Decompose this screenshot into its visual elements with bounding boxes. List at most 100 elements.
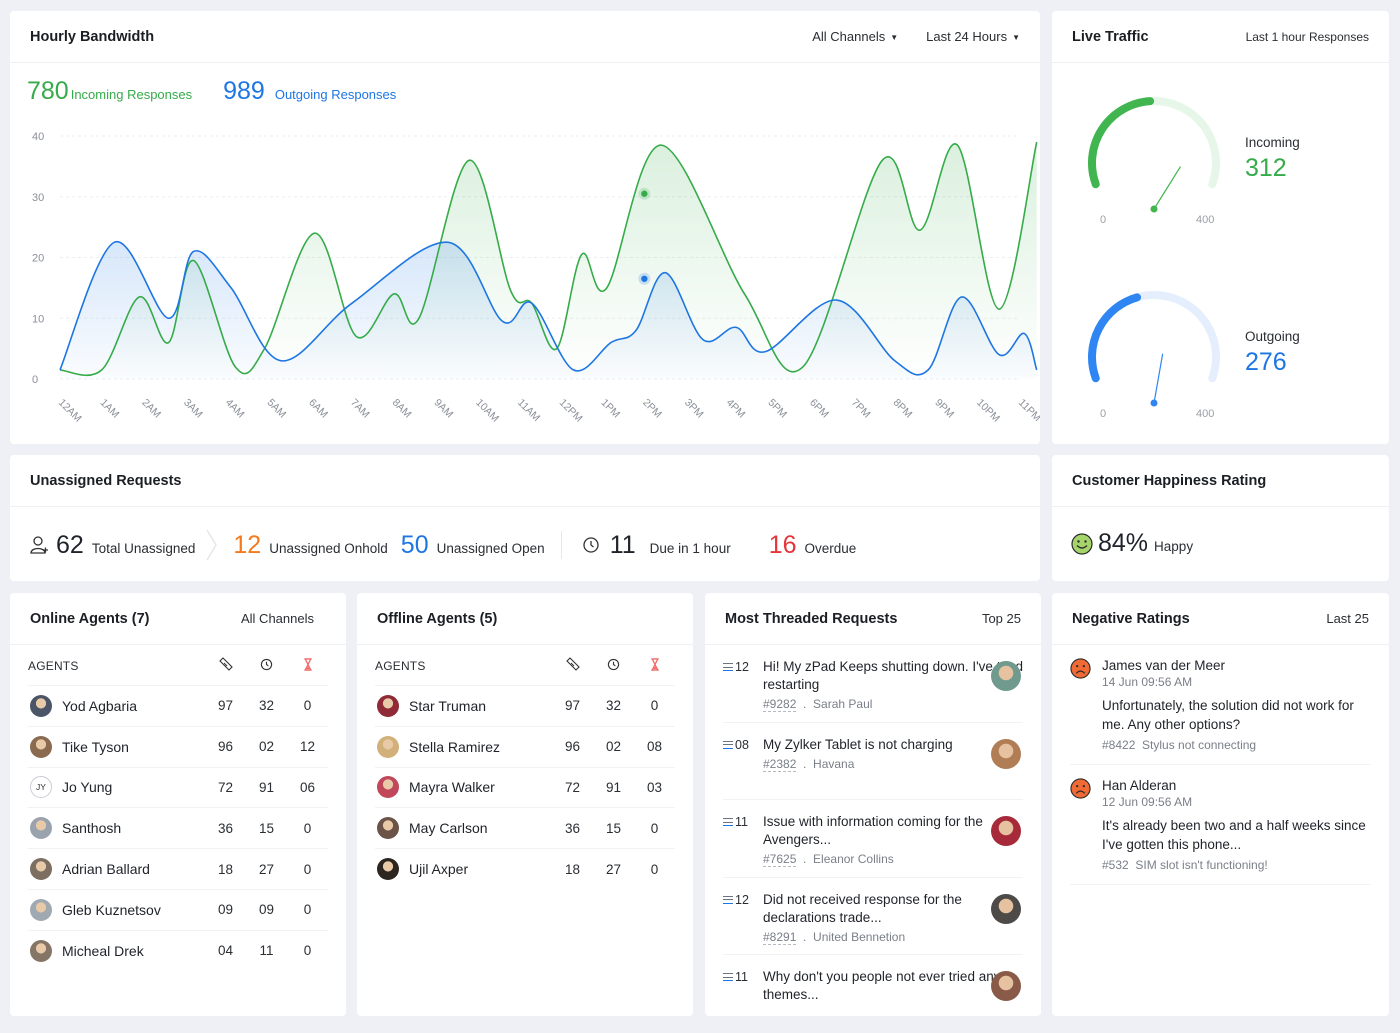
threaded-request-row[interactable]: 12 Hi! My zPad Keeps shutting down. I've … — [723, 645, 1023, 723]
ticket-reference[interactable]: #8422 Stylus not connecting — [1102, 738, 1371, 752]
agent-info: Micheal Drek — [28, 939, 205, 962]
channel-filter[interactable]: All Channels — [241, 611, 314, 626]
thread-count-value: 12 — [735, 660, 749, 674]
agent-info: Stella Ramirez — [375, 735, 552, 758]
agent-row[interactable]: JY Jo Yung 72 91 06 — [28, 766, 328, 808]
x-tick-label: 5PM — [765, 397, 789, 421]
request-id[interactable]: #7625 — [763, 852, 797, 867]
data-point-marker[interactable] — [641, 275, 648, 282]
avatar — [30, 939, 52, 962]
avatar — [991, 661, 1021, 691]
request-meta: #8291 . United Bennetion — [763, 929, 1023, 945]
x-tick-label: 6AM — [306, 397, 330, 421]
requester-name: Sarah Paul — [813, 697, 873, 711]
avatar — [30, 898, 52, 921]
request-body: Why don't you people not ever tried any … — [763, 968, 1023, 1033]
request-id[interactable]: #2382 — [763, 756, 797, 772]
ticket-reference[interactable]: #532 SIM slot isn't functioning! — [1102, 858, 1371, 872]
thread-lines-icon — [723, 663, 733, 674]
caret-down-icon: ▼ — [1012, 33, 1020, 43]
negative-rating-row[interactable]: James van der Meer 14 Jun 09:56 AM Unfortu… — [1070, 645, 1371, 765]
due-in-1-hour[interactable]: 11 Due in 1 hour — [610, 531, 731, 560]
agent-stat-b: 91 — [258, 779, 275, 795]
requester-name: Eleanor Collins — [813, 852, 894, 866]
request-subject[interactable]: Issue with information coming for the Av… — [763, 813, 1023, 849]
avatar — [377, 776, 399, 799]
agent-stat-b: 02 — [605, 739, 622, 755]
happy-face-icon — [1071, 532, 1093, 555]
agent-row[interactable]: Micheal Drek 04 11 0 — [28, 929, 328, 971]
ticket-icon — [552, 657, 593, 674]
user-add-icon — [30, 536, 48, 554]
request-meta: #9282 . Sarah Paul — [763, 697, 1023, 712]
card-title: Negative Ratings — [1072, 610, 1190, 627]
x-tick-label: 2PM — [640, 397, 664, 421]
agent-row[interactable]: Ujil Axper 18 27 0 — [375, 848, 675, 889]
agent-row[interactable]: Adrian Ballard 18 27 0 — [28, 848, 328, 889]
clock-icon — [246, 658, 287, 674]
agent-name: Stella Ramirez — [409, 738, 501, 755]
overdue[interactable]: 16 Overdue — [769, 531, 857, 560]
thread-count: 12 — [723, 658, 763, 722]
agent-row[interactable]: Yod Agbaria 97 32 0 — [28, 685, 328, 726]
last-filter[interactable]: Last 25 — [1326, 611, 1369, 626]
request-id[interactable]: #9282 — [763, 697, 797, 712]
stat-value: 62 — [56, 530, 84, 559]
agent-row[interactable]: Stella Ramirez 96 02 08 — [375, 725, 675, 767]
agent-stat-b: 27 — [605, 861, 622, 877]
offline-agents-card: Offline Agents (5) AGENTS Star Truman 97 3… — [357, 593, 693, 1016]
time-filter-dropdown[interactable]: Last 24 Hours ▼ — [926, 29, 1020, 44]
channel-filter-dropdown[interactable]: All Channels ▼ — [812, 29, 898, 44]
unassigned-open[interactable]: 50 Unassigned Open — [401, 531, 545, 560]
agent-stat-c: 0 — [303, 820, 312, 836]
agent-stat-a: 72 — [564, 779, 581, 795]
request-body: Issue with information coming for the Av… — [763, 813, 1023, 877]
agent-row[interactable]: Tike Tyson 96 02 12 — [28, 725, 328, 767]
negative-rating-row[interactable]: Han Alderan 12 Jun 09:56 AM It's already b… — [1070, 765, 1371, 885]
incoming-label: Incoming Responses — [70, 87, 193, 102]
avatar — [30, 735, 52, 758]
avatar — [30, 858, 52, 881]
agent-stat-b: 02 — [258, 739, 275, 755]
request-subject[interactable]: Why don't you people not ever tried any … — [763, 968, 1023, 1004]
card-title: Online Agents (7) — [30, 610, 150, 627]
agent-row[interactable]: Gleb Kuznetsov 09 09 0 — [28, 888, 328, 930]
request-subject[interactable]: Hi! My zPad Keeps shutting down. I've tr… — [763, 658, 1023, 694]
agent-row[interactable]: Star Truman 97 32 0 — [375, 685, 675, 726]
total-unassigned[interactable]: 62 Total Unassigned — [56, 531, 195, 560]
threaded-request-row[interactable]: 08 My Zylker Tablet is not charging #2382 … — [723, 723, 1023, 800]
agent-stat-b: 15 — [258, 820, 275, 836]
agents-column-label: AGENTS — [375, 658, 426, 673]
rating-comment: Unfortunately, the solution did not work… — [1102, 698, 1354, 732]
card-subtitle: Last 1 hour Responses — [1245, 29, 1369, 44]
agent-row[interactable]: May Carlson 36 15 0 — [375, 807, 675, 848]
avatar — [30, 694, 52, 717]
data-point-marker[interactable] — [641, 190, 648, 197]
x-tick-label: 1AM — [98, 397, 122, 421]
agent-stat-c: 06 — [299, 779, 316, 795]
request-subject[interactable]: My Zylker Tablet is not charging — [763, 736, 1023, 754]
threaded-request-row[interactable]: 11 Issue with information coming for the … — [723, 800, 1023, 878]
agent-row[interactable]: Santhosh 36 15 0 — [28, 807, 328, 848]
agent-stat-a: 09 — [217, 902, 234, 918]
bandwidth-stats: 780 Incoming Responses 989 Outgoing Resp… — [27, 77, 396, 106]
hourglass-icon — [287, 657, 328, 674]
request-subject[interactable]: Did not received response for the declar… — [763, 891, 1023, 927]
agent-stat-a: 97 — [217, 698, 234, 714]
request-id[interactable]: #8291 — [763, 929, 797, 945]
threaded-request-row[interactable]: 11 Why don't you people not ever tried an… — [723, 955, 1023, 1033]
unassigned-stats: 62 Total Unassigned 12 Unassigned Onhold… — [29, 527, 856, 563]
agent-stat-c: 0 — [650, 861, 659, 877]
agent-name: Micheal Drek — [62, 942, 144, 959]
x-tick-label: 10AM — [473, 397, 501, 425]
threaded-request-row[interactable]: 12 Did not received response for the decl… — [723, 878, 1023, 955]
rating-body: Han Alderan 12 Jun 09:56 AM It's already b… — [1102, 778, 1371, 872]
agent-name: May Carlson — [409, 820, 488, 837]
agent-stat-b: 15 — [605, 820, 622, 836]
agent-stat-a: 36 — [217, 820, 234, 836]
thread-count: 11 — [723, 968, 763, 1033]
avatar — [30, 817, 52, 840]
top-filter[interactable]: Top 25 — [982, 611, 1021, 626]
agent-row[interactable]: Mayra Walker 72 91 03 — [375, 766, 675, 808]
unassigned-onhold[interactable]: 12 Unassigned Onhold — [233, 531, 387, 560]
